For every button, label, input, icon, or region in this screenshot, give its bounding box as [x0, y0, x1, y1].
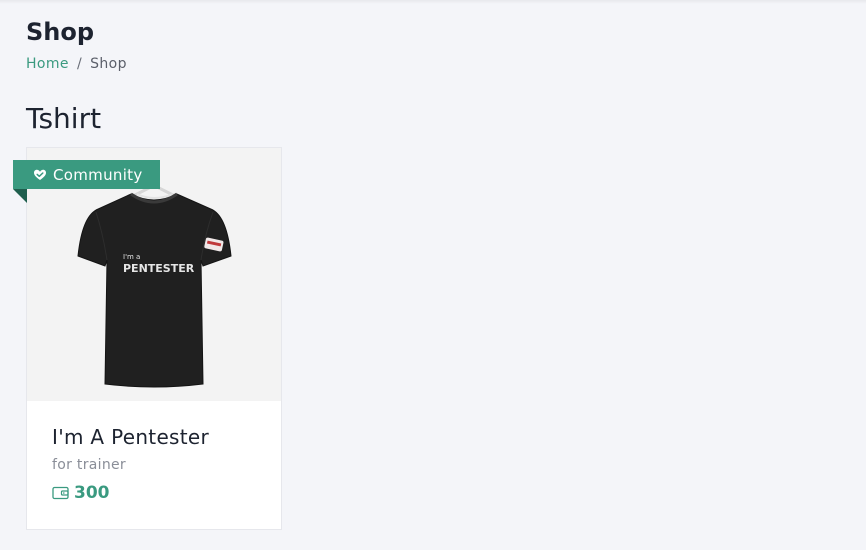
- wallet-icon: [52, 486, 69, 500]
- ribbon-fold: [13, 189, 27, 203]
- breadcrumb: Home / Shop: [26, 56, 127, 72]
- shirt-print-big: PENTESTER: [123, 262, 195, 275]
- product-name[interactable]: I'm A Pentester: [52, 425, 209, 449]
- breadcrumb-home-link[interactable]: Home: [26, 56, 69, 72]
- product-info: I'm A Pentester for trainer 300: [27, 401, 281, 529]
- topbar-shadow: [0, 0, 866, 4]
- breadcrumb-current: Shop: [90, 56, 127, 72]
- category-title: Tshirt: [26, 102, 102, 135]
- shirt-print-small: I'm a: [123, 253, 140, 261]
- product-card[interactable]: I'm a PENTESTER I'm A Pentester for trai…: [26, 147, 282, 530]
- page-title: Shop: [26, 18, 95, 46]
- community-badge-label: Community: [53, 165, 143, 184]
- product-price: 300: [52, 483, 110, 503]
- breadcrumb-separator: /: [76, 56, 83, 72]
- heart-hand-icon: [34, 169, 46, 180]
- product-price-value: 300: [74, 483, 110, 503]
- community-badge: Community: [13, 160, 160, 189]
- product-subtitle: for trainer: [52, 457, 126, 473]
